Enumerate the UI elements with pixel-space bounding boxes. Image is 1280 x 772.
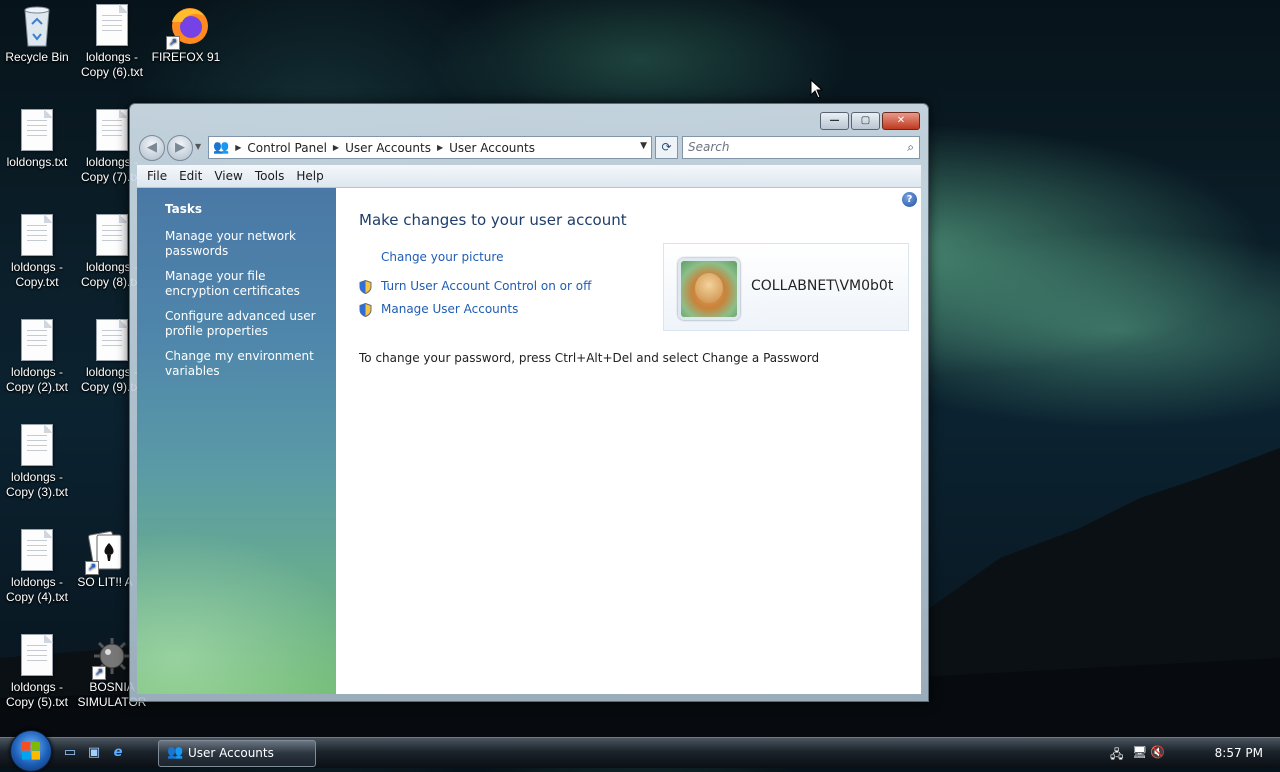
user-account-card: COLLABNET\VM0b0t	[663, 243, 909, 331]
avatar[interactable]	[678, 258, 740, 320]
taskbar-button-label: User Accounts	[188, 746, 274, 760]
mine-icon: ↗	[92, 634, 132, 680]
text-file-icon	[17, 109, 57, 153]
desktop-icon-label: loldongs - Copy (3).txt	[5, 470, 68, 499]
task-environment-variables[interactable]: Change my environment variables	[165, 349, 325, 379]
user-accounts-window: — ▢ ✕ ◀ ▶ ▼ 👥 ▶ Control Panel ▶ User Acc…	[129, 103, 929, 702]
volume-muted-icon[interactable]: 🔇	[1150, 745, 1165, 759]
menu-bar: File Edit View Tools Help	[137, 165, 921, 188]
text-file-icon	[17, 424, 57, 468]
breadcrumb-user-accounts[interactable]: User Accounts	[345, 141, 431, 155]
shortcut-arrow-icon: ↗	[92, 666, 106, 680]
search-icon[interactable]: ⌕	[907, 137, 914, 158]
control-panel-icon: 👥	[213, 140, 230, 155]
shortcut-arrow-icon: ↗	[166, 36, 180, 50]
desktop-icon-label: loldongs - Copy (6).txt	[80, 50, 143, 79]
uac-shield-icon	[359, 280, 372, 294]
start-button[interactable]	[10, 730, 52, 772]
system-tray: 🖧 🖥 🔇 8:57 PM	[1110, 738, 1280, 768]
desktop-icon-label: Recycle Bin	[5, 50, 69, 64]
desktop-icon-firefox[interactable]: ↗ FIREFOX 91	[149, 0, 223, 65]
show-desktop-icon[interactable]: ▭	[62, 745, 78, 761]
search-input[interactable]: Search ⌕	[682, 136, 920, 159]
text-file-icon	[17, 529, 57, 573]
taskbar: ▭ ▣ e 👥 User Accounts 🖧 🖥 🔇 8:57 PM	[0, 730, 1280, 772]
firefox-icon: ↗	[166, 4, 208, 50]
task-manage-file-encryption[interactable]: Manage your file encryption certificates	[165, 269, 325, 299]
menu-help[interactable]: Help	[296, 169, 323, 183]
toggle-uac-link[interactable]: Turn User Account Control on or off	[381, 279, 591, 293]
switch-windows-icon[interactable]: ▣	[86, 745, 102, 761]
password-change-note: To change your password, press Ctrl+Alt+…	[359, 351, 820, 365]
menu-tools[interactable]: Tools	[255, 169, 285, 183]
address-dropdown-icon[interactable]: ▼	[640, 141, 647, 151]
network-status-icon[interactable]: 🖧	[1110, 745, 1123, 766]
forward-button[interactable]: ▶	[167, 135, 193, 161]
breadcrumb-separator-icon[interactable]: ▶	[437, 143, 443, 152]
desktop-icon-file[interactable]: loldongs - Copy.txt	[0, 210, 74, 290]
breadcrumb-separator-icon[interactable]: ▶	[333, 143, 339, 152]
maximize-button[interactable]: ▢	[851, 112, 880, 130]
taskbar-button-user-accounts[interactable]: 👥 User Accounts	[158, 740, 316, 767]
desktop-icon-file[interactable]: loldongs - Copy (5).txt	[0, 630, 74, 710]
text-file-icon	[92, 319, 132, 363]
text-file-icon	[17, 214, 57, 258]
minimize-button[interactable]: —	[820, 112, 849, 130]
recycle-bin-icon	[17, 4, 57, 48]
network-icon[interactable]: 🖥	[1132, 745, 1147, 759]
desktop-icon-file[interactable]: loldongs - Copy (6).txt	[75, 0, 149, 80]
internet-explorer-icon[interactable]: e	[110, 745, 126, 761]
manage-user-accounts-link[interactable]: Manage User Accounts	[381, 302, 518, 316]
uac-shield-icon	[359, 303, 372, 317]
tasks-pane: Tasks Manage your network passwords Mana…	[137, 188, 336, 694]
task-advanced-profile-properties[interactable]: Configure advanced user profile properti…	[165, 309, 325, 339]
close-button[interactable]: ✕	[882, 112, 920, 130]
text-file-icon	[17, 319, 57, 363]
main-pane: Make changes to your user account Change…	[359, 188, 921, 694]
desktop-icon-label: loldongs.txt	[6, 155, 68, 169]
mouse-cursor-icon	[810, 79, 824, 99]
breadcrumb-user-accounts-current[interactable]: User Accounts	[449, 141, 535, 155]
breadcrumb-control-panel[interactable]: Control Panel	[247, 141, 327, 155]
menu-file[interactable]: File	[147, 169, 167, 183]
tasks-title: Tasks	[165, 202, 203, 216]
dog-picture-icon	[695, 273, 723, 303]
change-picture-link[interactable]: Change your picture	[381, 250, 503, 264]
desktop-icon-label: loldongs - Copy (4).txt	[5, 575, 68, 604]
window-controls: — ▢ ✕	[820, 112, 920, 130]
recent-pages-dropdown-icon[interactable]: ▼	[195, 142, 201, 151]
user-name: COLLABNET\VM0b0t	[751, 278, 894, 294]
breadcrumb-separator-icon[interactable]: ▶	[235, 143, 241, 152]
desktop-icon-label: loldongs - Copy.txt	[10, 260, 64, 289]
page-title: Make changes to your user account	[359, 211, 627, 229]
back-button[interactable]: ◀	[139, 135, 165, 161]
task-manage-network-passwords[interactable]: Manage your network passwords	[165, 229, 325, 259]
desktop-icon-label: loldongs - Copy (2).txt	[5, 365, 68, 394]
refresh-button[interactable]: ⟳	[655, 136, 678, 159]
menu-edit[interactable]: Edit	[179, 169, 202, 183]
desktop-icon-file[interactable]: loldongs.txt	[0, 105, 74, 170]
desktop-icon-label: loldongs - Copy (5).txt	[5, 680, 68, 709]
user-accounts-icon: 👥	[167, 745, 184, 760]
text-file-icon	[92, 109, 132, 153]
desktop-icon-file[interactable]: loldongs - Copy (2).txt	[0, 315, 74, 395]
desktop-icon-label: FIREFOX 91	[151, 50, 221, 64]
shortcut-arrow-icon: ↗	[85, 561, 99, 575]
desktop-icon-file[interactable]: loldongs - Copy (4).txt	[0, 525, 74, 605]
text-file-icon	[92, 214, 132, 258]
desktop-icon-file[interactable]: loldongs - Copy (3).txt	[0, 420, 74, 500]
text-file-icon	[92, 4, 132, 48]
solitaire-icon: ↗	[85, 529, 125, 575]
desktop-icon-recycle-bin[interactable]: Recycle Bin	[0, 0, 74, 65]
content-area: Tasks Manage your network passwords Mana…	[137, 188, 921, 694]
search-placeholder: Search	[688, 140, 730, 154]
navigation-bar: ◀ ▶ ▼ 👥 ▶ Control Panel ▶ User Accounts …	[137, 132, 920, 162]
text-file-icon	[17, 634, 57, 678]
address-bar[interactable]: 👥 ▶ Control Panel ▶ User Accounts ▶ User…	[208, 136, 652, 159]
menu-view[interactable]: View	[214, 169, 242, 183]
clock[interactable]: 8:57 PM	[1215, 746, 1263, 760]
